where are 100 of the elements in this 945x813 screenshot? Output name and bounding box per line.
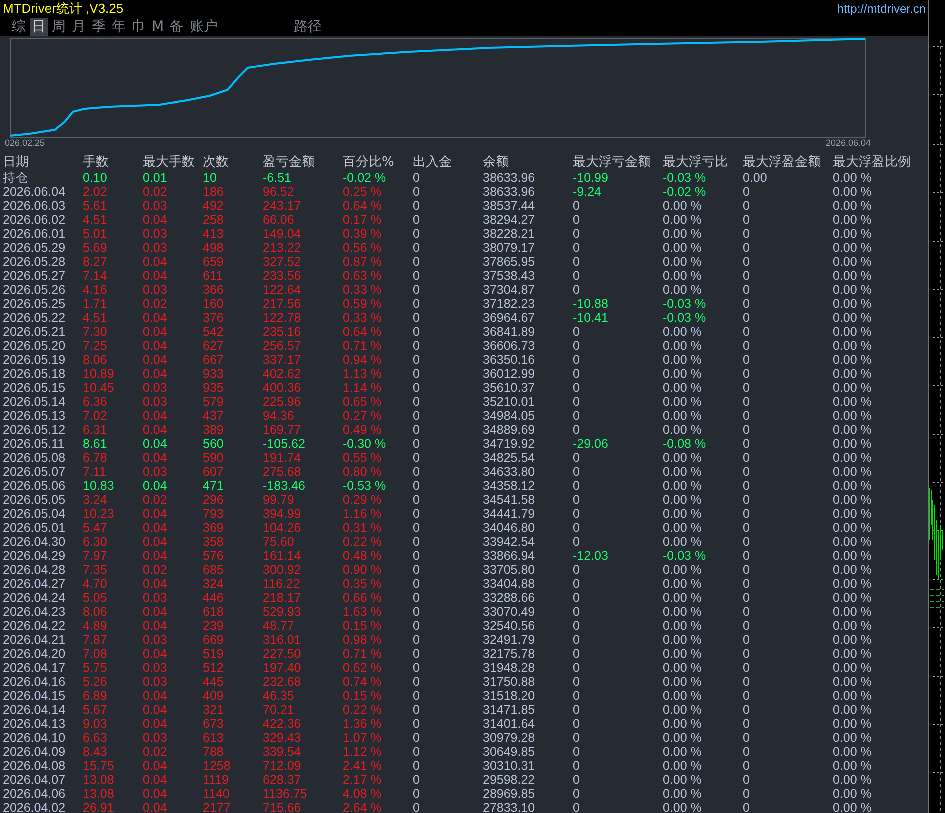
- table-cell-text: 0.00 %: [833, 353, 873, 367]
- table-cell-text: 0: [743, 647, 751, 661]
- table-cell-text: 0: [573, 521, 581, 535]
- table-cell-text: 0: [573, 381, 581, 395]
- table-cell-text: 7.87: [83, 633, 108, 647]
- table-cell-text: 96.52: [263, 185, 296, 199]
- table-cell-text: 1.16 %: [343, 507, 383, 521]
- table-cell-text: 0.00 %: [663, 367, 703, 381]
- table-cell-text: 8.27: [83, 255, 108, 269]
- table-cell-text: 0.25 %: [343, 185, 383, 199]
- table-cell-text: 0: [413, 227, 421, 241]
- table-cell-text: 0.62 %: [343, 661, 383, 675]
- table-cell-text: -6.51: [263, 171, 292, 185]
- table-cell-text: 0: [413, 381, 421, 395]
- table-cell-text: -0.30 %: [343, 437, 388, 451]
- period-tab[interactable]: 备: [168, 18, 186, 36]
- table-cell-text: 0: [743, 801, 751, 813]
- website-link[interactable]: http://mtdriver.cn: [837, 2, 926, 16]
- table-cell-text: 0.29 %: [343, 493, 383, 507]
- table-cell-text: 94.36: [263, 409, 296, 423]
- period-tab[interactable]: 周: [50, 18, 68, 36]
- table-cell-text: 0.00 %: [663, 227, 703, 241]
- table-cell-text: 0.03: [143, 591, 168, 605]
- period-tab[interactable]: 巾: [130, 18, 148, 36]
- table-cell-text: 38537.44: [483, 199, 536, 213]
- table-cell-text: 0.00: [743, 171, 768, 185]
- table-cell-text: 10.23: [83, 507, 116, 521]
- table-cell-text: 13.08: [83, 773, 116, 787]
- table-cell-text: 15.75: [83, 759, 116, 773]
- table-cell-text: 30649.85: [483, 745, 536, 759]
- period-tab[interactable]: 季: [90, 18, 108, 36]
- table-cell-text: 0.00 %: [833, 745, 873, 759]
- table-cell-text: 0: [743, 325, 751, 339]
- table-cell-text: 0: [413, 213, 421, 227]
- table-cell-text: 0.15 %: [343, 689, 383, 703]
- table-cell-text: 232.68: [263, 675, 302, 689]
- table-cell-text: 0.03: [143, 395, 168, 409]
- table-cell-text: 0: [573, 451, 581, 465]
- table-cell-text: 0: [413, 171, 421, 185]
- table-cell-text: 0.00 %: [663, 213, 703, 227]
- table-cell-text: 0: [413, 437, 421, 451]
- table-cell-text: 0.02: [143, 493, 168, 507]
- table-cell-text: 0: [743, 731, 751, 745]
- table-cell-text: 0.04: [143, 339, 168, 353]
- period-tab[interactable]: 月: [70, 18, 88, 36]
- table-cell-text: 0: [743, 381, 751, 395]
- column-header: 次数: [203, 154, 230, 171]
- table-cell-text: 5.26: [83, 675, 108, 689]
- table-cell-text: 5.61: [83, 199, 108, 213]
- table-cell-text: 1.14 %: [343, 381, 383, 395]
- table-cell-text: 0: [413, 241, 421, 255]
- period-tab[interactable]: 综: [10, 18, 28, 36]
- table-cell-text: 31518.20: [483, 689, 536, 703]
- table-cell-text: 2026.05.11: [3, 437, 66, 451]
- table-cell-text: 2026.04.15: [3, 689, 67, 703]
- period-tab[interactable]: 年: [110, 18, 128, 36]
- table-cell-text: 296: [203, 493, 225, 507]
- table-cell-text: 256.57: [263, 339, 302, 353]
- table-cell-text: 0: [573, 199, 581, 213]
- table-cell-text: 0: [573, 423, 581, 437]
- period-tab[interactable]: M: [150, 18, 166, 36]
- table-cell-text: -0.08 %: [663, 437, 708, 451]
- table-cell-text: 0.80 %: [343, 465, 383, 479]
- table-cell-text: 0: [573, 647, 581, 661]
- table-cell-text: 2.02: [83, 185, 108, 199]
- table-cell-text: 0.00 %: [663, 325, 703, 339]
- table-cell-text: 542: [203, 325, 225, 339]
- table-cell-text: 0.00 %: [663, 465, 703, 479]
- table-cell-text: 0: [413, 339, 421, 353]
- column-header: 手数: [83, 154, 110, 171]
- table-cell-text: 0: [413, 535, 421, 549]
- table-cell-text: 933: [203, 367, 225, 381]
- period-tab[interactable]: 日: [30, 18, 48, 36]
- table-cell-text: 2026.04.20: [3, 647, 67, 661]
- table-cell-text: 0.00 %: [663, 339, 703, 353]
- table-cell-text: 0: [573, 633, 581, 647]
- table-cell-text: 0.04: [143, 619, 168, 633]
- table-cell-text: 0: [573, 255, 581, 269]
- table-cell-text: 5.75: [83, 661, 108, 675]
- table-cell-text: 627: [203, 339, 225, 353]
- table-cell-text: 0.00 %: [833, 213, 873, 227]
- table-cell-text: 31948.28: [483, 661, 536, 675]
- table-cell-text: 0: [743, 549, 751, 563]
- table-cell-text: 0.03: [143, 227, 168, 241]
- table-cell-text: 0: [413, 605, 421, 619]
- table-cell-text: 122.64: [263, 283, 302, 297]
- table-cell-text: 0: [573, 241, 581, 255]
- table-cell-text: 446: [203, 591, 225, 605]
- table-cell-text: 36012.99: [483, 367, 536, 381]
- path-tab[interactable]: 路径: [292, 18, 324, 36]
- table-cell-text: 0.00 %: [833, 367, 873, 381]
- table-cell-text: 0.00 %: [663, 661, 703, 675]
- period-tab[interactable]: 账户: [188, 18, 220, 36]
- table-cell-text: 0: [573, 689, 581, 703]
- table-cell-text: 0: [743, 297, 751, 311]
- table-cell-text: 36350.16: [483, 353, 536, 367]
- table-cell-text: 0.00 %: [833, 605, 873, 619]
- table-cell-text: 0: [413, 689, 421, 703]
- table-cell-text: 0.02: [143, 745, 168, 759]
- table-cell-text: 2026.04.21: [3, 633, 67, 647]
